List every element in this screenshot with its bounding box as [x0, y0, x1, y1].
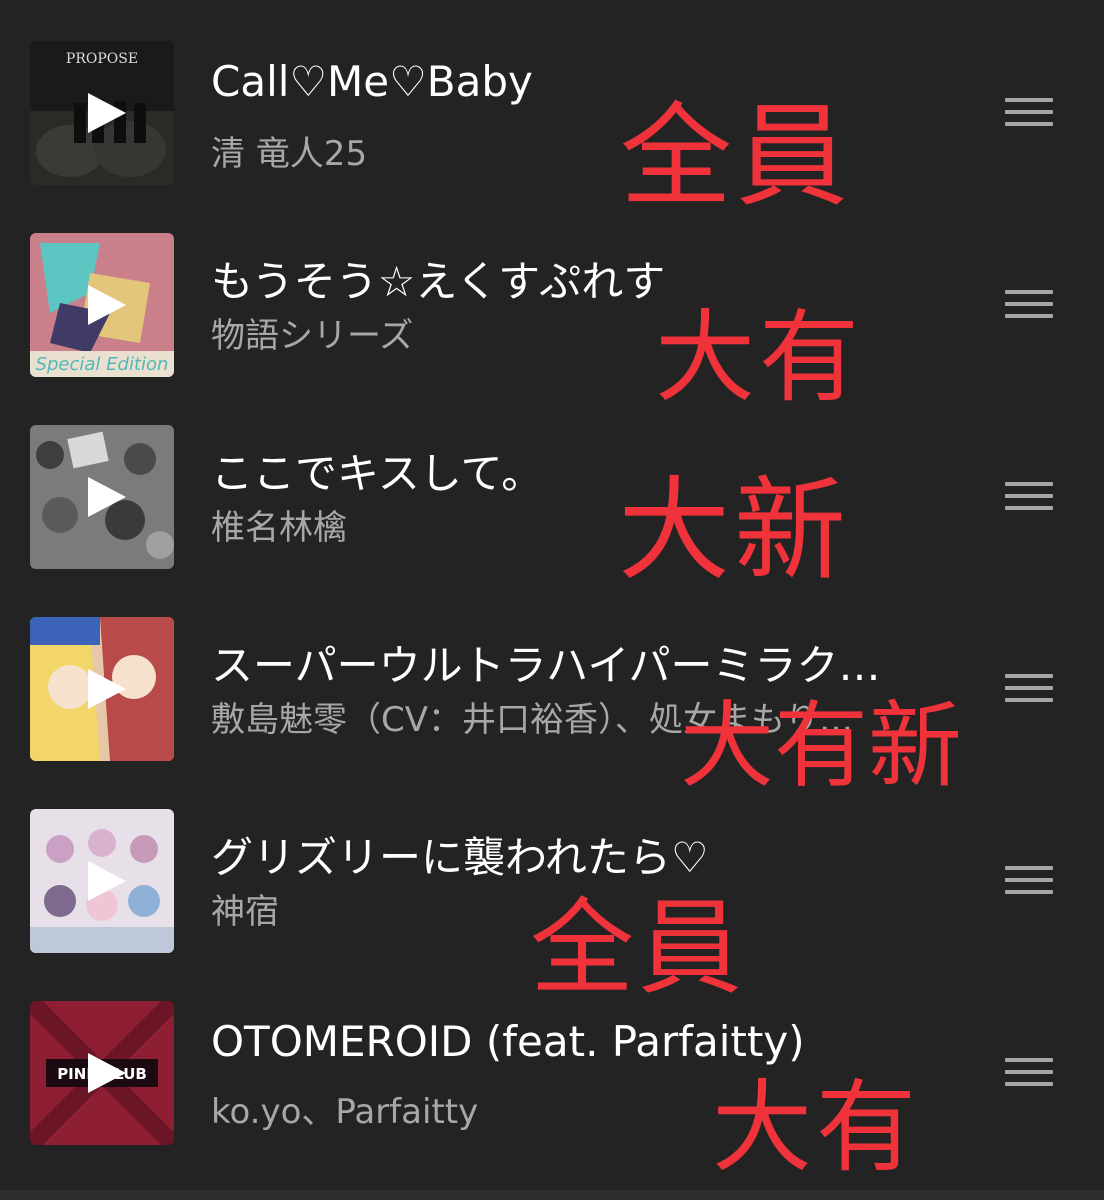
- drag-handle-icon[interactable]: [1005, 1058, 1053, 1088]
- handwritten-annotation: 大有: [655, 299, 863, 416]
- handwritten-annotation: 大新: [618, 466, 850, 596]
- play-icon[interactable]: [86, 285, 126, 325]
- bottom-bar: [0, 1190, 1104, 1200]
- track-title: スーパーウルトラハイパーミラク…: [211, 641, 881, 690]
- play-icon[interactable]: [86, 477, 126, 517]
- playlist-screen: PROPOSE Call♡Me♡Baby 清 竜人25 Special Edit…: [0, 0, 1104, 1200]
- handwritten-annotation: 全員: [620, 92, 852, 222]
- track-row[interactable]: Special Edition もうそう☆えくすぷれす 物語シリーズ: [0, 208, 1104, 400]
- album-art[interactable]: [30, 617, 174, 761]
- track-title: グリズリーに襲われたら♡: [211, 833, 709, 882]
- track-row[interactable]: ここでキスして。 椎名林檎: [0, 400, 1104, 592]
- play-icon[interactable]: [86, 669, 126, 709]
- play-icon[interactable]: [86, 1053, 126, 1093]
- drag-handle-icon[interactable]: [1005, 482, 1053, 512]
- handwritten-annotation: 大有新: [680, 692, 963, 801]
- drag-handle-icon[interactable]: [1005, 290, 1053, 320]
- drag-handle-icon[interactable]: [1005, 866, 1053, 896]
- drag-handle-icon[interactable]: [1005, 98, 1053, 128]
- track-title: ここでキスして。: [211, 449, 544, 498]
- play-icon[interactable]: [86, 93, 126, 133]
- cover-text: PROPOSE: [66, 51, 138, 67]
- cover-text: Special Edition: [36, 354, 169, 375]
- album-art[interactable]: Special Edition: [30, 233, 174, 377]
- handwritten-annotation: 全員: [530, 887, 747, 1009]
- track-title: Call♡Me♡Baby: [211, 57, 533, 106]
- track-title: OTOMEROID (feat. Parfaitty): [211, 1017, 805, 1066]
- play-icon[interactable]: [86, 861, 126, 901]
- handwritten-annotation: 大有: [712, 1069, 920, 1186]
- drag-handle-icon[interactable]: [1005, 674, 1053, 704]
- album-art[interactable]: [30, 809, 174, 953]
- album-art[interactable]: [30, 425, 174, 569]
- album-art[interactable]: PINK CLUB: [30, 1001, 174, 1145]
- album-art[interactable]: PROPOSE: [30, 41, 174, 185]
- track-row[interactable]: PROPOSE Call♡Me♡Baby 清 竜人25: [0, 16, 1104, 208]
